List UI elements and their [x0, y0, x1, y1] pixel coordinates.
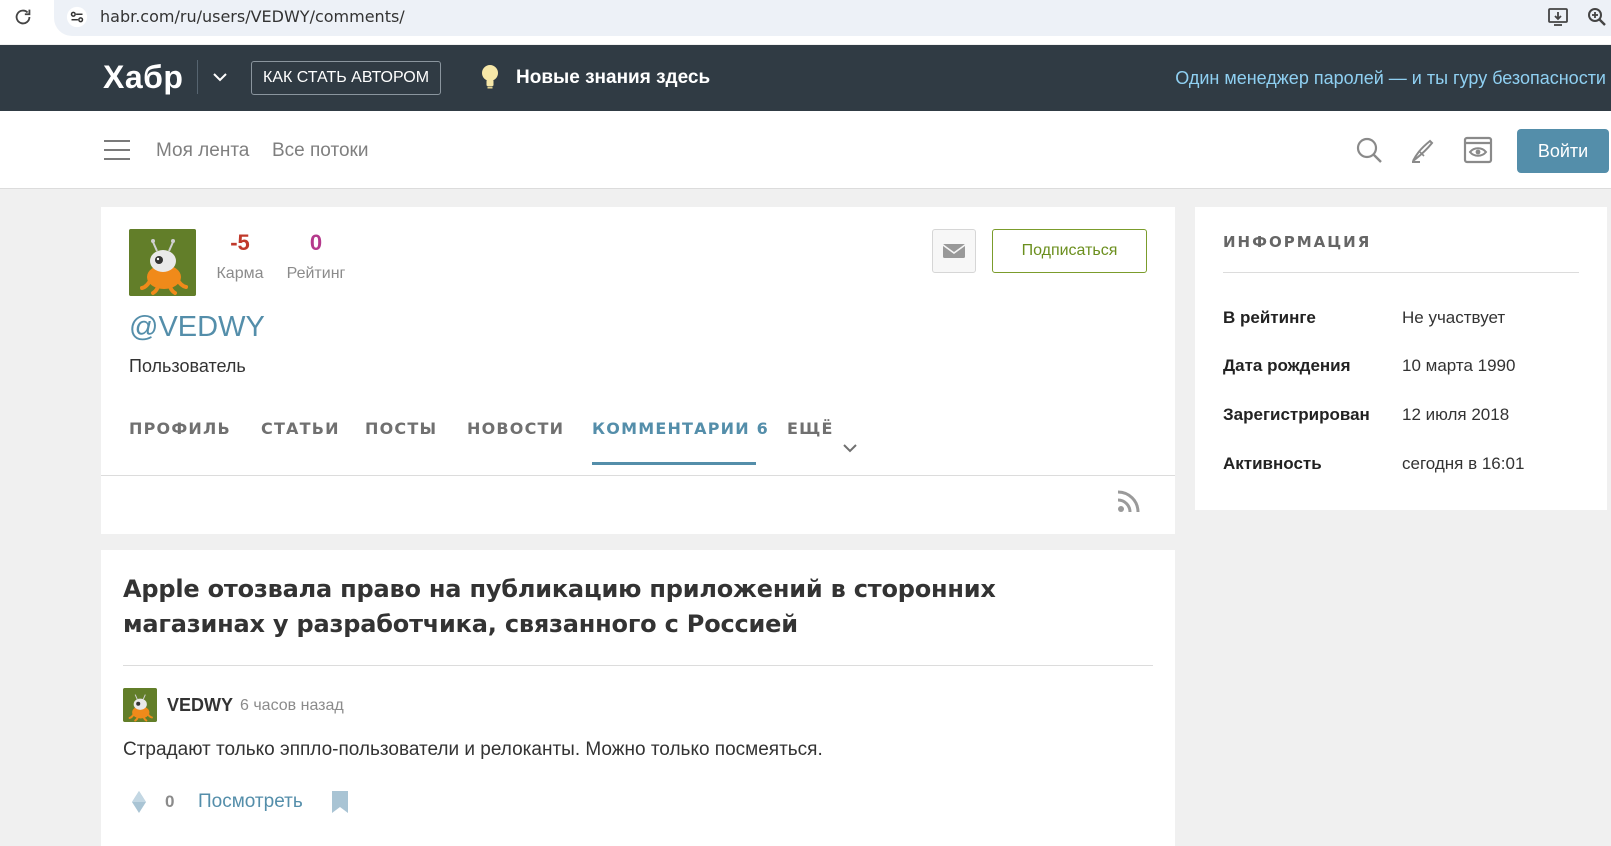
info-title: ИНФОРМАЦИЯ [1223, 233, 1372, 251]
info-value: сегодня в 16:01 [1402, 454, 1525, 473]
comment-text: Страдают только эппло-пользователи и рел… [123, 739, 823, 760]
info-key: Дата рождения [1223, 356, 1351, 375]
comment-time[interactable]: 6 часов назад [240, 695, 344, 717]
habr-logo[interactable]: Хабр [103, 57, 183, 97]
karma-value: -5 [230, 230, 250, 255]
comment-author[interactable]: VEDWY [167, 693, 233, 717]
article-divider [123, 665, 1153, 666]
avatar[interactable] [129, 229, 196, 296]
site-settings-icon[interactable] [66, 6, 88, 28]
nav-all-streams[interactable]: Все потоки [272, 139, 368, 163]
karma-stat: -5 Карма [216, 229, 264, 285]
rating-stat: 0 Рейтинг [285, 229, 347, 285]
how-to-become-author-button[interactable]: КАК СТАТЬ АВТОРОМ [251, 61, 442, 95]
reload-icon[interactable] [12, 6, 34, 28]
logo-divider [197, 60, 198, 94]
info-sidebar: ИНФОРМАЦИЯ В рейтинге Не участвует Дата … [1195, 207, 1607, 510]
reading-mode-icon[interactable] [1463, 135, 1493, 165]
karma-label: Карма [216, 265, 264, 282]
rating-value: 0 [309, 230, 323, 255]
zoom-icon[interactable] [1585, 5, 1609, 29]
tab-articles[interactable]: СТАТЬИ [261, 417, 340, 441]
install-app-icon[interactable] [1546, 5, 1570, 29]
tab-news[interactable]: НОВОСТИ [467, 417, 564, 441]
chevron-down-icon[interactable] [841, 439, 859, 457]
vote-count: 0 [165, 792, 175, 811]
send-message-button[interactable] [932, 229, 976, 273]
tab-more[interactable]: ЕЩЁ [787, 417, 834, 441]
new-knowledge-link[interactable]: Новые знания здесь [516, 65, 710, 91]
rss-feed-icon[interactable] [1116, 488, 1142, 514]
lightbulb-icon [480, 63, 500, 91]
active-tab-indicator [592, 462, 756, 465]
tab-profile[interactable]: ПРОФИЛЬ [129, 417, 231, 441]
rating-label: Рейтинг [286, 265, 346, 282]
promo-link[interactable]: Один менеджер паролей — и ты гуру безопа… [1175, 65, 1606, 91]
user-handle: @VEDWY [129, 311, 265, 343]
profile-card: -5 Карма 0 Рейтинг @VEDWY Пользователь П… [101, 207, 1175, 534]
view-comment-link[interactable]: Посмотреть [198, 790, 303, 814]
nav-my-feed[interactable]: Моя лента [156, 139, 249, 163]
browser-address-bar: habr.com/ru/users/VEDWY/comments/ [0, 0, 1611, 44]
login-button[interactable]: Войти [1517, 129, 1609, 173]
info-key: Зарегистрирован [1223, 405, 1370, 424]
tab-posts[interactable]: ПОСТЫ [365, 417, 437, 441]
avatar[interactable] [123, 688, 157, 722]
main-nav-bar: Моя лента Все потоки Войти [0, 111, 1611, 189]
user-role: Пользователь [129, 356, 246, 376]
article-title-link[interactable]: Apple отозвала право на публикацию прило… [123, 572, 1133, 642]
info-row: Активность сегодня в 16:01 [1223, 452, 1583, 476]
search-icon[interactable] [1354, 135, 1384, 165]
comment-card: Apple отозвала право на публикацию прило… [101, 550, 1175, 846]
write-pen-icon[interactable] [1408, 135, 1438, 165]
url-text[interactable]: habr.com/ru/users/VEDWY/comments/ [100, 6, 405, 28]
info-value: Не участвует [1402, 308, 1506, 327]
hamburger-menu-icon[interactable] [104, 140, 130, 160]
info-row: Зарегистрирован 12 июля 2018 [1223, 403, 1583, 427]
vote-icon[interactable] [131, 790, 147, 814]
subscribe-button[interactable]: Подписаться [992, 229, 1147, 273]
bookmark-icon[interactable] [331, 790, 349, 814]
info-key: Активность [1223, 454, 1322, 473]
habr-top-bar: Хабр КАК СТАТЬ АВТОРОМ Новые знания здес… [0, 45, 1611, 111]
info-value: 10 марта 1990 [1402, 356, 1516, 375]
info-value: 12 июля 2018 [1402, 405, 1510, 424]
info-row: Дата рождения 10 марта 1990 [1223, 354, 1583, 378]
chevron-down-icon[interactable] [210, 67, 230, 87]
info-divider [1223, 272, 1579, 273]
info-row: В рейтинге Не участвует [1223, 306, 1583, 330]
tab-comments[interactable]: КОММЕНТАРИИ 6 [592, 417, 769, 441]
info-key: В рейтинге [1223, 308, 1316, 327]
